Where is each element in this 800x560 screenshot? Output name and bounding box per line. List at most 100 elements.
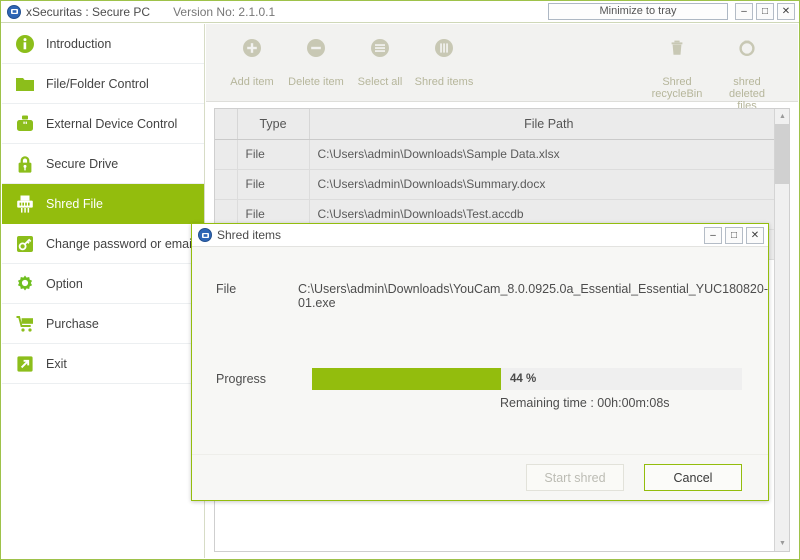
dialog-file-label: File [192,282,298,310]
sidebar-item-option[interactable]: Option [2,264,204,304]
column-header-type[interactable]: Type [237,109,309,139]
table-row[interactable]: FileC:\Users\admin\Downloads\Summary.doc… [215,169,789,199]
toolbar-button-label-line1: shred deleted [729,76,765,100]
cell-type: File [237,139,309,169]
toolbar-button-label: Shred items [415,76,474,88]
sidebar-item-label: Introduction [46,37,111,51]
dialog-body: File C:\Users\admin\Downloads\YouCam_8.0… [192,248,768,454]
dialog-file-row: File C:\Users\admin\Downloads\YouCam_8.0… [192,282,768,310]
sidebar: Introduction File/Folder Control Externa… [2,24,205,558]
dialog-close-button[interactable]: ✕ [746,227,764,244]
table-header-row: Type File Path [215,109,789,139]
shred-items-dialog: Shred items – □ ✕ File C:\Users\admin\Do… [191,223,769,501]
scroll-up-arrow-icon[interactable]: ▲ [775,109,790,124]
column-header-checkbox[interactable] [215,109,237,139]
sidebar-item-secure-drive[interactable]: Secure Drive [2,144,204,184]
column-header-file-path[interactable]: File Path [309,109,789,139]
progress-bar-fill [312,368,501,390]
toolbar-button-label-line2: recycleBin [652,88,703,100]
sidebar-item-change-password-or-email[interactable]: Change password or email [2,224,204,264]
sidebar-item-exit[interactable]: Exit [2,344,204,384]
delete-item-button[interactable]: Delete item [284,30,348,88]
circle-icon [735,36,759,60]
sidebar-item-label: File/Folder Control [46,77,149,91]
sidebar-item-label: Shred File [46,197,103,211]
sidebar-item-label: Purchase [46,317,99,331]
sidebar-item-file-folder-control[interactable]: File/Folder Control [2,64,204,104]
progress-percent-text: 44 % [510,368,536,390]
sidebar-item-external-device-control[interactable]: External Device Control [2,104,204,144]
dialog-footer: Start shred Cancel [192,454,768,500]
select-all-button[interactable]: Select all [348,30,412,88]
row-checkbox[interactable] [215,139,237,169]
maximize-button[interactable]: □ [756,3,774,20]
close-button[interactable]: ✕ [777,3,795,20]
file-table-scrollbar[interactable]: ▲ ▼ [774,109,789,551]
info-circle-icon [14,33,36,55]
exit-arrow-icon [14,353,36,375]
toolbar: Add item Delete item Select all [206,24,798,102]
remaining-time-text: Remaining time : 00h:00m:08s [500,396,670,410]
add-item-button[interactable]: Add item [220,30,284,88]
scroll-down-arrow-icon[interactable]: ▼ [775,536,790,551]
shopping-cart-icon [14,313,36,335]
title-bar-controls: Minimize to tray – □ ✕ [548,3,795,20]
dialog-title: Shred items [217,228,281,242]
lock-icon [14,153,36,175]
sidebar-item-label: Exit [46,357,67,371]
sidebar-item-purchase[interactable]: Purchase [2,304,204,344]
key-icon [14,233,36,255]
toolbar-button-label-line1: Shred [662,76,691,88]
dialog-progress-row: Progress 44 % [192,368,768,390]
toolbar-button-label: Select all [358,76,403,88]
table-row[interactable]: FileC:\Users\admin\Downloads\Sample Data… [215,139,789,169]
toolbar-button-label: Add item [230,76,273,88]
title-bar: xSecuritas : Secure PC Version No: 2.1.0… [1,1,799,23]
dialog-progress-label: Progress [192,372,312,386]
sidebar-item-shred-file[interactable]: Shred File [2,184,204,224]
folder-icon [14,73,36,95]
cell-file-path: C:\Users\admin\Downloads\Sample Data.xls… [309,139,789,169]
row-checkbox[interactable] [215,169,237,199]
minimize-button[interactable]: – [735,3,753,20]
plus-circle-icon [240,36,264,60]
dialog-title-bar: Shred items – □ ✕ [192,224,768,247]
cancel-button[interactable]: Cancel [644,464,742,491]
toolbar-left-group: Add item Delete item Select all [206,24,476,88]
app-title: xSecuritas : Secure PC [26,5,150,19]
dialog-file-path: C:\Users\admin\Downloads\YouCam_8.0.0925… [298,282,768,310]
dialog-minimize-button[interactable]: – [704,227,722,244]
shred-deleted-files-button[interactable]: shred deleted files [712,30,782,112]
cell-type: File [237,169,309,199]
dialog-logo-icon [198,228,212,242]
start-shred-button[interactable]: Start shred [526,464,624,491]
cell-file-path: C:\Users\admin\Downloads\Summary.docx [309,169,789,199]
sidebar-item-introduction[interactable]: Introduction [2,24,204,64]
toolbar-button-label: shred deleted files [715,76,779,112]
gear-icon [14,273,36,295]
scrollbar-thumb[interactable] [775,124,790,184]
usb-drive-icon [14,113,36,135]
shredder-icon [14,193,36,215]
toolbar-button-label: Shred recycleBin [645,76,709,100]
shred-circle-icon [432,36,456,60]
application-window: xSecuritas : Secure PC Version No: 2.1.0… [0,0,800,560]
minimize-to-tray-button[interactable]: Minimize to tray [548,3,728,20]
toolbar-right-group: Shred recycleBin shred deleted files [642,30,782,112]
list-circle-icon [368,36,392,60]
toolbar-button-label: Delete item [288,76,344,88]
shred-items-button[interactable]: Shred items [412,30,476,88]
sidebar-item-label: External Device Control [46,117,177,131]
title-bar-left: xSecuritas : Secure PC Version No: 2.1.0… [1,5,275,19]
app-logo-icon [7,5,21,19]
app-version: Version No: 2.1.0.1 [173,5,275,19]
progress-bar: 44 % [312,368,742,390]
dialog-maximize-button[interactable]: □ [725,227,743,244]
sidebar-item-label: Secure Drive [46,157,118,171]
trash-icon [665,36,689,60]
dialog-window-controls: – □ ✕ [701,227,764,244]
shred-recyclebin-button[interactable]: Shred recycleBin [642,30,712,112]
sidebar-item-label: Change password or email [46,237,195,251]
sidebar-item-label: Option [46,277,83,291]
minus-circle-icon [304,36,328,60]
